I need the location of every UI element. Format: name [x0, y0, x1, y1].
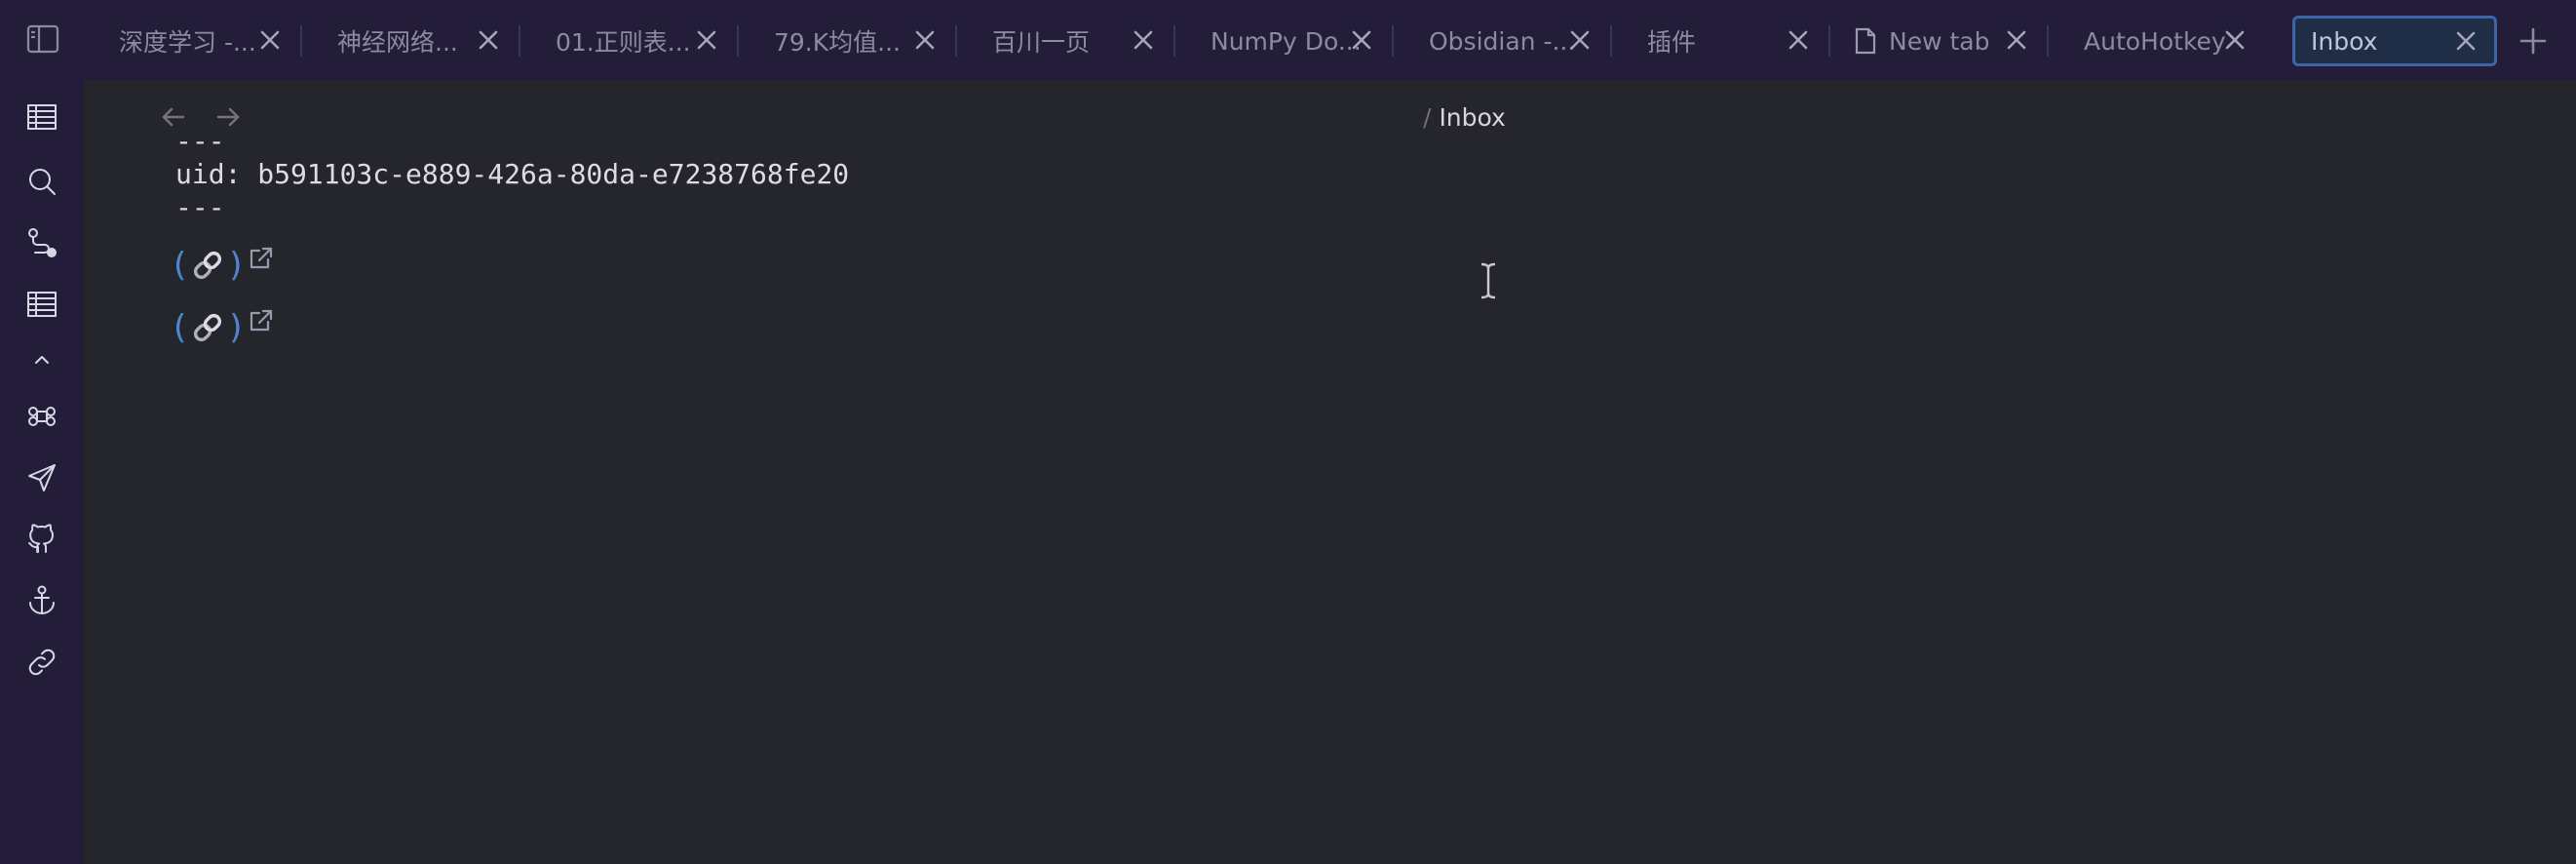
chevron-up-icon — [35, 356, 49, 364]
tab-8[interactable]: 插件 — [1612, 16, 1830, 66]
breadcrumb-separator: / — [1423, 103, 1432, 132]
text-cursor-icon — [1478, 261, 1499, 300]
link-icon — [28, 648, 56, 676]
github-button[interactable] — [19, 517, 64, 562]
sidebar-icon — [26, 24, 59, 54]
new-tab-button[interactable] — [2511, 21, 2556, 60]
document-icon — [1854, 27, 1877, 55]
external-link-icon — [249, 246, 274, 271]
tab-close-button[interactable] — [1129, 25, 1158, 55]
tab-9[interactable]: New tab — [1830, 16, 2049, 66]
close-icon — [697, 30, 716, 50]
plus-icon — [2519, 27, 2547, 55]
tab-1[interactable]: 深度学习 -... — [84, 16, 302, 66]
tab-3[interactable]: 01.正则表... — [520, 16, 739, 66]
tab-close-button[interactable] — [474, 25, 503, 55]
chain-link-icon — [188, 308, 227, 347]
graph-path-icon — [28, 228, 57, 257]
command-palette-button[interactable] — [19, 394, 64, 439]
link-paren-open: ( — [173, 246, 187, 285]
tab-10[interactable]: AutoHotkey — [2049, 16, 2267, 66]
link-button[interactable] — [19, 640, 64, 685]
tab-close-button[interactable] — [1784, 25, 1813, 55]
command-icon — [28, 407, 56, 426]
close-icon — [479, 30, 498, 50]
frontmatter-close[interactable]: --- — [175, 191, 225, 223]
close-icon — [1134, 30, 1153, 50]
close-icon — [1788, 30, 1808, 50]
tab-close-button[interactable] — [2002, 25, 2031, 55]
tab-11-active[interactable]: Inbox — [2292, 16, 2497, 66]
tab-close-button[interactable] — [2451, 26, 2480, 56]
link-paren-close: ) — [229, 246, 243, 285]
obsidian-window: 深度学习 -... 神经网络... 01.正则表... 79.K均值... 百川… — [0, 0, 2576, 864]
tab-close-button[interactable] — [692, 25, 721, 55]
sidebar-toggle-button[interactable] — [21, 20, 64, 59]
table-icon — [27, 292, 57, 317]
tab-close-button[interactable] — [2220, 25, 2249, 55]
external-link-icon — [249, 308, 274, 334]
tab-close-button[interactable] — [1347, 25, 1376, 55]
close-icon — [2456, 31, 2476, 51]
chain-link-icon — [188, 246, 227, 285]
close-icon — [2225, 30, 2245, 50]
link-paren-close: ) — [229, 308, 243, 347]
close-icon — [915, 30, 935, 50]
table-icon — [27, 104, 57, 130]
tab-2[interactable]: 神经网络... — [302, 16, 520, 66]
search-button[interactable] — [19, 159, 64, 204]
table-button[interactable] — [19, 95, 64, 139]
frontmatter-uid[interactable]: uid: b591103c-e889-426a-80da-e7238768fe2… — [175, 158, 849, 190]
table-view-button[interactable] — [19, 282, 64, 327]
anchor-button[interactable] — [19, 578, 64, 623]
send-button[interactable] — [19, 455, 64, 500]
link-paren-open: ( — [173, 308, 187, 347]
search-icon — [29, 169, 56, 195]
anchor-icon — [29, 585, 55, 614]
frontmatter-open[interactable]: --- — [175, 125, 225, 157]
tab-close-button[interactable] — [1565, 25, 1595, 55]
tab-close-button[interactable] — [910, 25, 940, 55]
left-ribbon — [0, 0, 84, 864]
tab-4[interactable]: 79.K均值... — [739, 16, 957, 66]
close-icon — [1352, 30, 1371, 50]
tab-7[interactable]: Obsidian -... — [1394, 16, 1612, 66]
tab-close-button[interactable] — [255, 25, 285, 55]
close-icon — [1570, 30, 1590, 50]
close-icon — [260, 30, 280, 50]
breadcrumb: / Inbox — [1423, 103, 1506, 132]
close-icon — [2007, 30, 2026, 50]
external-link-1[interactable]: ( ) — [173, 244, 274, 287]
github-icon — [28, 524, 54, 553]
editor-pane[interactable]: / Inbox --- uid: b591103c-e889-426a-80da-… — [84, 80, 2576, 864]
graph-path-button[interactable] — [19, 220, 64, 265]
collapse-button[interactable] — [19, 337, 64, 382]
tab-6[interactable]: NumPy Do... — [1175, 16, 1394, 66]
tab-bar: 深度学习 -... 神经网络... 01.正则表... 79.K均值... 百川… — [84, 0, 2576, 80]
breadcrumb-note-title[interactable]: Inbox — [1439, 103, 1505, 132]
tab-5[interactable]: 百川一页 — [957, 16, 1175, 66]
external-link-2[interactable]: ( ) — [173, 306, 274, 349]
send-icon — [28, 464, 56, 491]
